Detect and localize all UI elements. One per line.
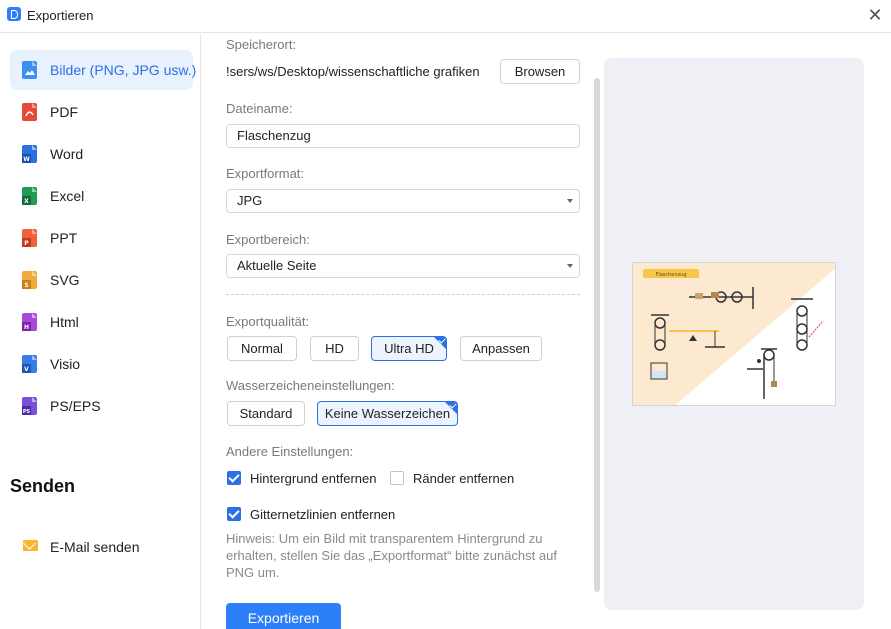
sidebar-item-label: E-Mail senden	[50, 539, 140, 555]
chevron-down-icon	[567, 264, 573, 268]
preview-thumbnail: Flaschenzug	[632, 262, 836, 406]
remove-background-checkbox[interactable]	[227, 471, 241, 485]
sidebar-item-ppt[interactable]: P PPT	[10, 218, 193, 258]
sidebar-item-label: SVG	[50, 272, 80, 288]
pdf-file-icon	[22, 103, 37, 121]
remove-borders-checkbox[interactable]	[390, 471, 404, 485]
mail-icon	[23, 540, 38, 551]
sidebar-item-svg[interactable]: S SVG	[10, 260, 193, 300]
app-logo-icon	[7, 7, 21, 21]
remove-gridlines-checkbox[interactable]	[227, 507, 241, 521]
sidebar-item-visio[interactable]: V Visio	[10, 344, 193, 384]
close-icon[interactable]: ✕	[864, 4, 886, 26]
quality-hd-button[interactable]: HD	[310, 336, 359, 361]
sidebar-item-label: Excel	[50, 188, 85, 204]
quality-label: Exportqualität:	[226, 314, 310, 329]
pseps-file-icon: PS	[22, 397, 37, 415]
remove-background-label: Hintergrund entfernen	[250, 471, 377, 486]
format-label: Exportformat:	[226, 166, 305, 181]
html-file-icon: H	[22, 313, 37, 331]
sidebar-item-label: Html	[50, 314, 79, 330]
svg-file-icon: S	[22, 271, 37, 289]
svg-text:H: H	[24, 324, 29, 331]
quality-ultrahd-button[interactable]: Ultra HD	[371, 336, 447, 361]
word-file-icon: W	[22, 145, 37, 163]
sidebar-item-label: PPT	[50, 230, 78, 246]
hint-text: Hinweis: Um ein Bild mit transparentem H…	[226, 531, 557, 580]
sidebar-item-pdf[interactable]: PDF	[10, 92, 193, 132]
export-button[interactable]: Exportieren	[226, 603, 341, 629]
visio-file-icon: V	[22, 355, 37, 373]
title-bar: Exportieren ✕	[0, 0, 891, 33]
quality-normal-button[interactable]: Normal	[227, 336, 297, 361]
window-title: Exportieren	[27, 8, 94, 23]
svg-text:W: W	[23, 156, 30, 163]
sidebar-item-label: Bilder (PNG, JPG usw.)	[50, 62, 197, 78]
ppt-file-icon: P	[22, 229, 37, 247]
chevron-down-icon	[567, 199, 573, 203]
sidebar-item-excel[interactable]: X Excel	[10, 176, 193, 216]
format-select[interactable]: JPG	[226, 189, 580, 213]
sidebar-item-email[interactable]: E-Mail senden	[10, 528, 193, 566]
svg-text:V: V	[24, 366, 29, 373]
sidebar-item-label: PS/EPS	[50, 398, 101, 414]
range-select[interactable]: Aktuelle Seite	[226, 254, 580, 278]
watermark-standard-button[interactable]: Standard	[227, 401, 305, 426]
watermark-none-button[interactable]: Keine Wasserzeichen	[317, 401, 458, 426]
sidebar-item-pseps[interactable]: PS PS/EPS	[10, 386, 193, 426]
location-path: !sers/ws/Desktop/wissenschaftliche grafi…	[226, 64, 480, 79]
send-heading: Senden	[10, 476, 76, 496]
location-label: Speicherort:	[226, 37, 297, 52]
section-divider	[226, 294, 580, 295]
sidebar-item-label: Visio	[50, 356, 81, 372]
preview-caption: Flaschenzug	[655, 272, 686, 278]
excel-file-icon: X	[22, 187, 37, 205]
sidebar-item-images[interactable]: Bilder (PNG, JPG usw.)	[10, 50, 197, 90]
other-settings-label: Andere Einstellungen:	[226, 444, 354, 459]
sidebar-item-label: Word	[50, 146, 84, 162]
format-select-value: JPG	[237, 193, 263, 208]
filename-label: Dateiname:	[226, 101, 293, 116]
range-label: Exportbereich:	[226, 232, 310, 247]
svg-text:PS: PS	[23, 409, 31, 415]
sidebar-item-word[interactable]: W Word	[10, 134, 193, 174]
svg-text:X: X	[24, 198, 29, 205]
sidebar-item-html[interactable]: H Html	[10, 302, 193, 342]
filename-input[interactable]: Flaschenzug	[226, 124, 580, 148]
sidebar-item-label: PDF	[50, 104, 78, 120]
svg-text:P: P	[24, 240, 29, 247]
remove-borders-label: Ränder entfernen	[413, 471, 515, 486]
pulley-diagram-illustration: Flaschenzug	[633, 263, 835, 405]
browse-button[interactable]: Browsen	[500, 59, 580, 84]
watermark-label: Wasserzeicheneinstellungen:	[226, 378, 395, 393]
range-select-value: Aktuelle Seite	[237, 258, 317, 273]
svg-text:S: S	[24, 282, 28, 289]
scrollbar[interactable]	[594, 78, 600, 592]
quality-custom-button[interactable]: Anpassen	[460, 336, 542, 361]
remove-gridlines-label: Gitternetzlinien entfernen	[250, 507, 396, 522]
image-file-icon	[22, 61, 37, 79]
